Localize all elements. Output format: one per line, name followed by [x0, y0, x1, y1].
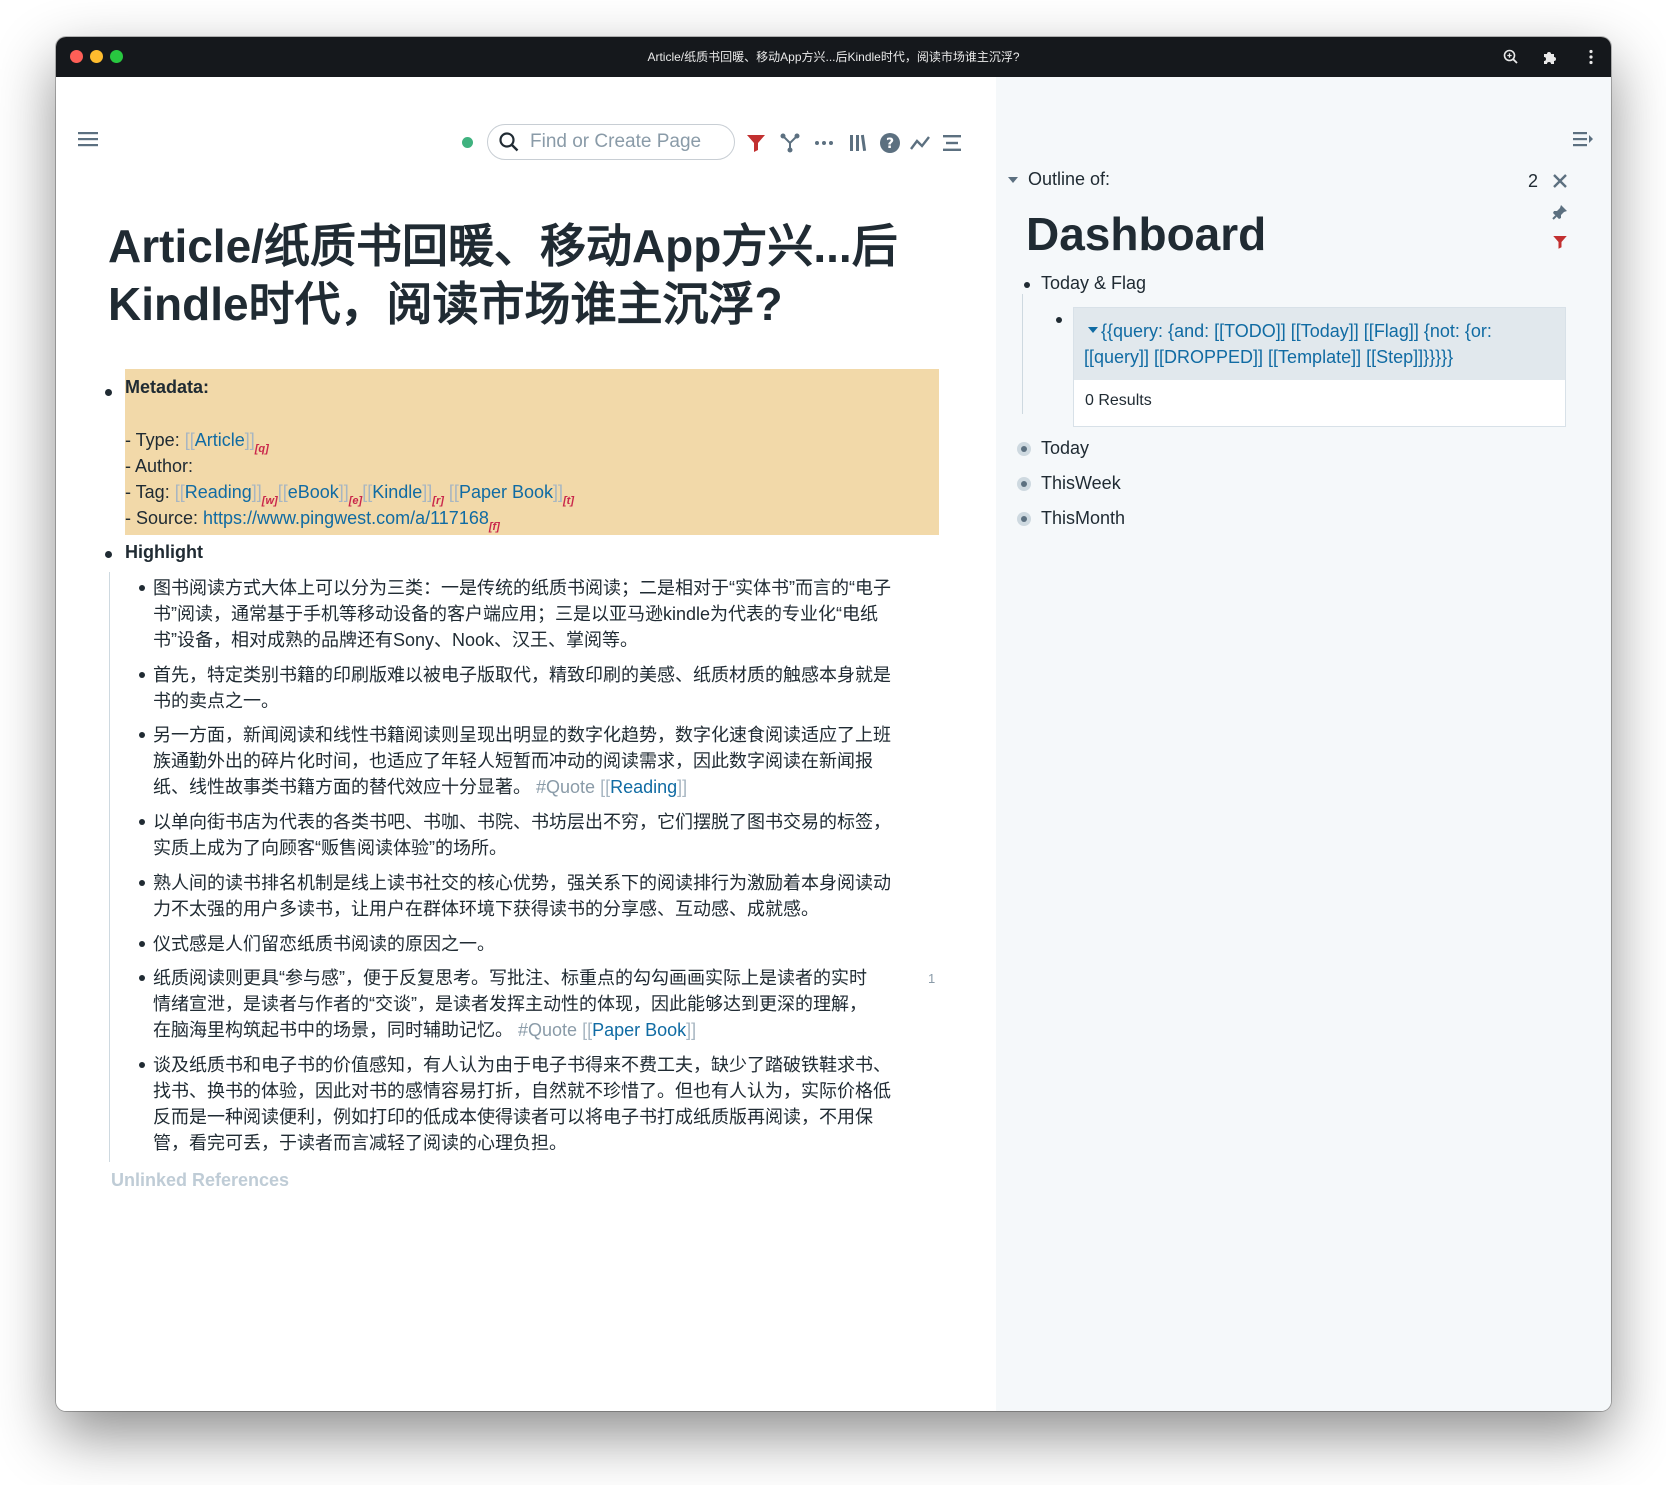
pin-icon[interactable] — [1551, 203, 1569, 221]
query-bullet[interactable] — [1056, 317, 1062, 323]
highlight-item[interactable]: 另一方面，新闻阅读和线性书籍阅读则呈现出明显的数字化趋势，数字化速食阅读适应了上… — [139, 722, 898, 800]
menu-icon[interactable] — [76, 127, 100, 151]
right-sidebar: Outline of: 2 Dashboard Today & Flag {{q… — [996, 77, 1611, 1411]
page-title: Article/纸质书回暖、移动App方兴...后Kindle时代，阅读市场谁主… — [108, 220, 898, 330]
today-bullet[interactable] — [1017, 442, 1031, 456]
thisweek-bullet[interactable] — [1017, 477, 1031, 491]
highlight-item[interactable]: 谈及纸质书和电子书的价值感知，有人认为由于电子书得来不费工夫，缺少了踏破铁鞋求书… — [139, 1052, 898, 1156]
more-horizontal-icon[interactable] — [812, 131, 836, 155]
today-flag-label[interactable]: Today & Flag — [1041, 273, 1146, 294]
sync-status-icon — [462, 137, 473, 148]
sidebar-count: 2 — [1528, 171, 1539, 191]
tag-link-reading[interactable]: Reading — [185, 482, 252, 502]
article-link[interactable]: Article — [195, 430, 245, 450]
tag-link-paper-book[interactable]: Paper Book — [459, 482, 553, 502]
svg-text:?: ? — [886, 136, 894, 152]
query-caret-icon[interactable] — [1087, 324, 1099, 336]
sidebar-list-icon[interactable] — [1571, 127, 1595, 151]
sidebar-item-today[interactable]: Today — [1041, 438, 1089, 459]
tag-link-kindle[interactable]: Kindle — [372, 482, 422, 502]
highlight-item[interactable]: 图书阅读方式大体上可以分为三类：一是传统的纸质书阅读；二是相对于“实体书”而言的… — [139, 575, 898, 653]
highlight-item[interactable]: 仪式感是人们留恋纸质书阅读的原因之一。 — [139, 931, 898, 957]
source-url-link[interactable]: https://www.pingwest.com/a/117168 — [203, 508, 489, 528]
thismonth-bullet[interactable] — [1017, 512, 1031, 526]
highlight-bullet[interactable] — [105, 551, 112, 558]
window-title: Article/纸质书回暖、移动App方兴...后Kindle时代，阅读市场谁主… — [647, 50, 1020, 64]
graph-icon[interactable] — [778, 131, 802, 155]
search-icon — [499, 132, 519, 152]
paper-book-link[interactable]: Paper Book — [592, 1020, 686, 1040]
sidebar-page-title[interactable]: Dashboard — [1026, 207, 1266, 261]
highlight-item[interactable]: 熟人间的读书排名机制是线上读书社交的核心优势，强关系下的阅读排行为激励着本身阅读… — [139, 870, 898, 922]
item-bullet[interactable] — [139, 975, 145, 981]
close-icon[interactable] — [1551, 172, 1569, 190]
query-text: {{query: {and: [[TODO]] [[Today]] [[Flag… — [1084, 321, 1492, 367]
help-icon[interactable]: ? — [878, 131, 902, 155]
outline-of-label: Outline of: — [1028, 169, 1111, 189]
metadata-tag-line: - Tag: [[Reading]][w][[eBook]][e][[Kindl… — [125, 482, 575, 507]
collapse-caret-icon[interactable] — [1007, 174, 1019, 186]
item-bullet[interactable] — [139, 672, 145, 678]
analytics-icon[interactable] — [908, 131, 932, 155]
today-flag-bullet[interactable] — [1024, 282, 1030, 288]
item-bullet[interactable] — [139, 819, 145, 825]
metadata-author-line: - Author: — [125, 456, 194, 476]
metadata-bullet[interactable] — [105, 389, 112, 396]
item-bullet[interactable] — [139, 880, 145, 886]
today-flag-children-line — [1022, 294, 1023, 414]
highlight-item[interactable]: 纸质阅读则更具“参与感”，便于反复思考。写批注、标重点的勾勾画画实际上是读者的实… — [139, 965, 873, 1043]
item-bullet[interactable] — [139, 732, 145, 738]
item-bullet[interactable] — [139, 585, 145, 591]
highlight-item[interactable]: 以单向街书店为代表的各类书吧、书咖、书院、书坊层出不穷，它们摆脱了图书交易的标签… — [139, 809, 898, 861]
highlight-label: Highlight — [125, 542, 203, 562]
unlinked-references-toggle[interactable]: Unlinked References — [111, 1170, 289, 1191]
app-window: Article/纸质书回暖、移动App方兴...后Kindle时代，阅读市场谁主… — [56, 37, 1611, 1411]
item-bullet[interactable] — [139, 1062, 145, 1068]
sidebar-item-thismonth[interactable]: ThisMonth — [1041, 508, 1125, 529]
more-vertical-icon[interactable] — [1581, 47, 1601, 67]
highlight-item[interactable]: 首先，特定类别书籍的印刷版难以被电子版取代，精致印刷的美感、纸质材质的触感本身就… — [139, 662, 898, 714]
query-results-count: 0 Results — [1085, 392, 1152, 409]
extensions-icon[interactable] — [1540, 47, 1560, 67]
item-bullet[interactable] — [139, 941, 145, 947]
title-bar: Article/纸质书回暖、移动App方兴...后Kindle时代，阅读市场谁主… — [56, 37, 1611, 77]
metadata-type-line: - Type: [[Article]][q] — [125, 430, 269, 455]
filter-icon[interactable] — [744, 131, 768, 155]
reference-count-badge[interactable]: 1 — [928, 971, 935, 986]
highlight-children-line — [109, 572, 110, 1162]
right-sidebar-toggle-icon[interactable] — [940, 131, 964, 155]
metadata-source-line: - Source: https://www.pingwest.com/a/117… — [125, 508, 500, 533]
quote-tag[interactable]: #Quote — [518, 1020, 577, 1040]
metadata-label: Metadata: — [125, 377, 210, 397]
search-input[interactable] — [528, 130, 722, 154]
search-field[interactable] — [487, 124, 735, 160]
sidebar-filter-icon[interactable] — [1551, 233, 1569, 251]
sidebar-item-thisweek[interactable]: ThisWeek — [1041, 473, 1121, 494]
main-pane: ? Article/纸质书回暖、移动App方兴...后Kindle时代，阅读市场… — [56, 77, 996, 1411]
quote-tag[interactable]: #Quote — [536, 777, 595, 797]
library-icon[interactable] — [846, 131, 870, 155]
tag-link-ebook[interactable]: eBook — [288, 482, 339, 502]
query-header[interactable]: {{query: {and: [[TODO]] [[Today]] [[Flag… — [1074, 308, 1565, 380]
zoom-icon[interactable] — [1501, 47, 1521, 67]
reading-link[interactable]: Reading — [610, 777, 677, 797]
query-block[interactable]: {{query: {and: [[TODO]] [[Today]] [[Flag… — [1073, 307, 1566, 427]
